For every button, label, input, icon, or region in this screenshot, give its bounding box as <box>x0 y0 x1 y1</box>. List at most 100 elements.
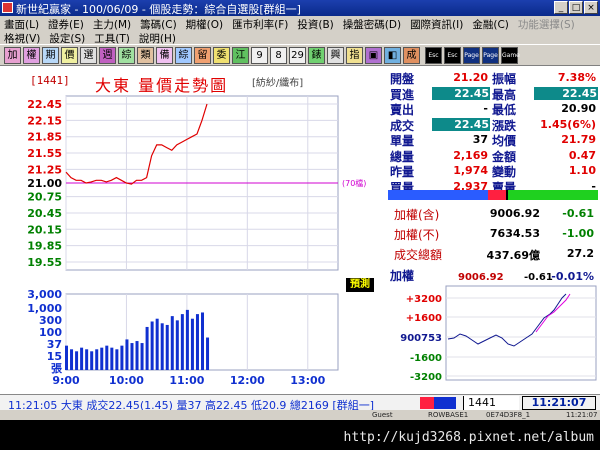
toolbar-button-6[interactable]: 綜 <box>118 47 135 64</box>
toolbar-button-10[interactable]: 留 <box>194 47 211 64</box>
window-title: 新世紀贏家 - 100/06/09 - 個股走勢：綜合自選股[群組一] <box>16 3 301 16</box>
menu-item-3[interactable]: 籌碼(C) <box>140 17 177 32</box>
index-change-1: -1.00 <box>562 227 594 240</box>
volume-bar <box>125 339 129 370</box>
volume-bar <box>190 318 194 370</box>
main-area: 22.45 22.15 21.85 21.55 21.25 21.00 20.75 20.45… <box>0 66 600 420</box>
toolbar-button-13[interactable]: 9 <box>251 47 268 64</box>
toolbar-button-24[interactable]: Page <box>463 47 480 64</box>
info-time: 11:21:07 <box>566 411 598 419</box>
toolbar-button-19[interactable]: ▣ <box>365 47 382 64</box>
price-axis-label: 21.25 <box>27 163 62 176</box>
menu-item-6[interactable]: 投資(B) <box>297 17 333 32</box>
menu-item-5[interactable]: 匯市利率(F) <box>232 17 288 32</box>
toolbar-button-18[interactable]: 指 <box>346 47 363 64</box>
menu-item-9[interactable]: 金融(C) <box>472 17 509 32</box>
menu-item-4[interactable]: 期權(O) <box>186 17 223 32</box>
price-axis-label: 22.45 <box>27 98 62 111</box>
toolbar-button-25[interactable]: Page <box>482 47 499 64</box>
toolbar-button-4[interactable]: 選 <box>80 47 97 64</box>
menu-item-10[interactable]: 功能選擇(S) <box>518 17 575 32</box>
toolbar-button-11[interactable]: 委 <box>213 47 230 64</box>
index-label-0: 加權(含) <box>394 208 440 222</box>
volume-bar <box>170 316 174 370</box>
index-mini-chart-svg: 加權 9006.92 -0.61-0.01% +3200 +1600 900753 -160… <box>389 268 597 383</box>
toolbar-button-21[interactable]: 成 <box>403 47 420 64</box>
toolbar-button-12[interactable]: 江 <box>232 47 249 64</box>
mini-pct: -0.01% <box>551 270 594 283</box>
index-value-0: 9006.92 <box>489 207 540 220</box>
volume-bar <box>201 312 204 370</box>
quote-label-right-0: 振幅 <box>492 72 517 86</box>
toolbar-button-26[interactable]: Game <box>501 47 520 64</box>
quote-value-left-1: 22.45 <box>432 86 490 100</box>
mini-label: 加權 <box>389 268 414 283</box>
toolbar-button-17[interactable]: 興 <box>327 47 344 64</box>
menu-item-0[interactable]: 畫面(L) <box>4 17 39 32</box>
info-rowbase: ROWBASE1 <box>428 411 469 419</box>
toolbar-button-7[interactable]: 類 <box>137 47 154 64</box>
menu-item-1[interactable]: 證券(E) <box>48 17 84 32</box>
stock-code-input[interactable]: 1441 <box>463 396 519 410</box>
maximize-button[interactable]: □ <box>569 1 583 14</box>
time-axis-label: 9:00 <box>52 374 80 384</box>
toolbar-button-16[interactable]: 錶 <box>308 47 325 64</box>
quote-value-left-6: 1,974 <box>453 164 488 177</box>
toolbar-button-22[interactable]: Esc <box>425 47 442 64</box>
volume-bar <box>140 343 144 370</box>
volume-bar <box>105 345 109 370</box>
minimize-button[interactable]: _ <box>554 1 568 14</box>
quote-label-left-4: 單量 <box>390 134 415 148</box>
price-line <box>65 103 208 185</box>
close-button[interactable]: × <box>584 1 598 14</box>
volume-bar <box>115 349 119 370</box>
toolbar-button-9[interactable]: 綜 <box>175 47 192 64</box>
quote-label-right-6: 變動 <box>492 165 517 179</box>
buy-sell-ratio-bar <box>388 190 598 200</box>
price-axis-label: 21.85 <box>27 131 62 144</box>
volume-bar <box>80 347 84 370</box>
quote-value-left-3: 22.45 <box>432 117 490 131</box>
mini-axis-label: -3200 <box>410 372 442 383</box>
price-axis-label: 20.45 <box>27 207 62 220</box>
quote-label-left-6: 昨量 <box>390 165 415 179</box>
menu-item-2[interactable]: 主力(M) <box>93 17 131 32</box>
menu-item-7[interactable]: 操盤密碼(D) <box>343 17 401 32</box>
toolbar-button-15[interactable]: 29 <box>289 47 306 64</box>
toolbar-button-0[interactable]: 加 <box>4 47 21 64</box>
forecast-label[interactable]: 預測 <box>346 278 374 292</box>
toolbar-button-14[interactable]: 8 <box>270 47 287 64</box>
toolbar-button-23[interactable]: Esc <box>444 47 461 64</box>
menu-item-8[interactable]: 國際資訊(I) <box>410 17 463 32</box>
toolbar-button-3[interactable]: 價 <box>61 47 78 64</box>
time-axis-label: 12:00 <box>230 374 265 384</box>
price-volume-chart: 22.45 22.15 21.85 21.55 21.2521.0020.75 20.45… <box>27 95 366 384</box>
toolbar-button-20[interactable]: ◧ <box>384 47 401 64</box>
menu-row-main: 畫面(L) 證券(E) 主力(M) 籌碼(C) 期權(O) 匯市利率(F) 投資(B) 操盤密… <box>4 17 575 32</box>
quote-label-left-3: 成交 <box>390 118 415 133</box>
status-color-indicator <box>420 397 456 409</box>
volume-bar <box>70 349 74 370</box>
index-label-1: 加權(不) <box>394 228 440 242</box>
volume-bar <box>130 343 134 370</box>
quote-value-right-6: 1.10 <box>568 164 596 177</box>
price-axis-label: 19.85 <box>27 240 62 253</box>
toolbar-button-5[interactable]: 週 <box>99 47 116 64</box>
toolbar-button-1[interactable]: 權 <box>23 47 40 64</box>
reference-label: (70檔) <box>342 178 366 188</box>
mini-frame <box>445 285 597 381</box>
volume-bar <box>175 320 179 370</box>
toolbar-button-2[interactable]: 期 <box>42 47 59 64</box>
volume-bar <box>165 324 169 370</box>
price-axis-label: 20.15 <box>27 223 62 236</box>
mini-change: -0.61 <box>524 272 553 283</box>
toolbar-button-8[interactable]: 備 <box>156 47 173 64</box>
quote-value-left-5: 2,169 <box>453 148 488 162</box>
volume-bar <box>160 323 164 370</box>
quote-label-left-5: 總量 <box>390 149 415 164</box>
quote-value-right-4: 21.79 <box>561 133 596 146</box>
quote-value-right-2: 20.90 <box>561 102 596 115</box>
index-label-2: 成交總額 <box>394 248 443 262</box>
mini-compare-line <box>535 293 571 333</box>
info-session: 0E74D3F8_1 <box>486 411 531 419</box>
